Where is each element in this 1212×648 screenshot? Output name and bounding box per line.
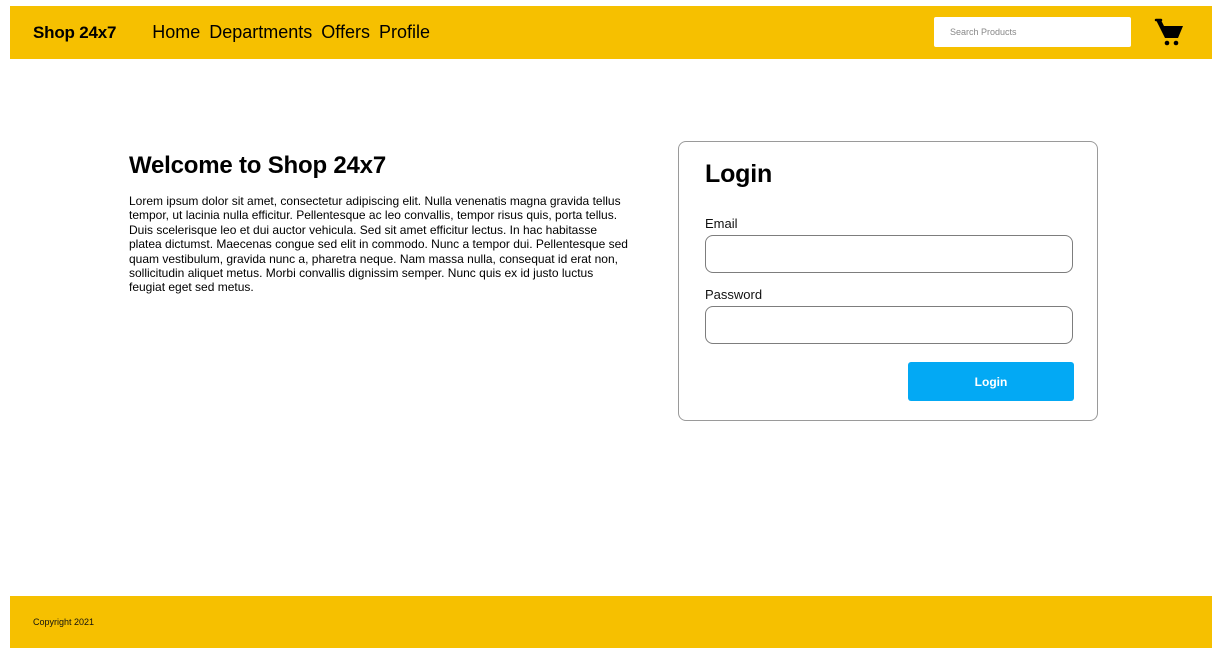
email-label: Email [705,216,738,231]
login-button[interactable]: Login [908,362,1074,401]
cart-icon[interactable] [1154,17,1186,47]
welcome-heading: Welcome to Shop 24x7 [129,152,386,179]
nav-departments-link[interactable]: Departments [209,22,312,43]
main-nav: Home Departments Offers Profile [152,22,439,43]
nav-home-link[interactable]: Home [152,22,200,43]
welcome-section: Welcome to Shop 24x7 Lorem ipsum dolor s… [129,152,631,295]
password-label: Password [705,287,763,302]
copyright-text: Copyright 2021 [33,617,95,627]
search-input[interactable] [934,17,1131,47]
password-field[interactable] [705,306,1073,344]
brand-logo[interactable]: Shop 24x7 [33,23,116,43]
welcome-text: Lorem ipsum dolor sit amet, consectetur … [129,194,628,295]
nav-offers-link[interactable]: Offers [321,22,370,43]
top-nav-bar: Shop 24x7 Home Departments Offers Profil… [10,6,1212,59]
footer: Copyright 2021 [10,596,1212,648]
page: Shop 24x7 Home Departments Offers Profil… [0,0,1212,648]
nav-profile-link[interactable]: Profile [379,22,430,43]
login-form: Login Email Password Login [678,141,1098,421]
login-heading: Login [705,160,773,188]
email-field[interactable] [705,235,1073,273]
